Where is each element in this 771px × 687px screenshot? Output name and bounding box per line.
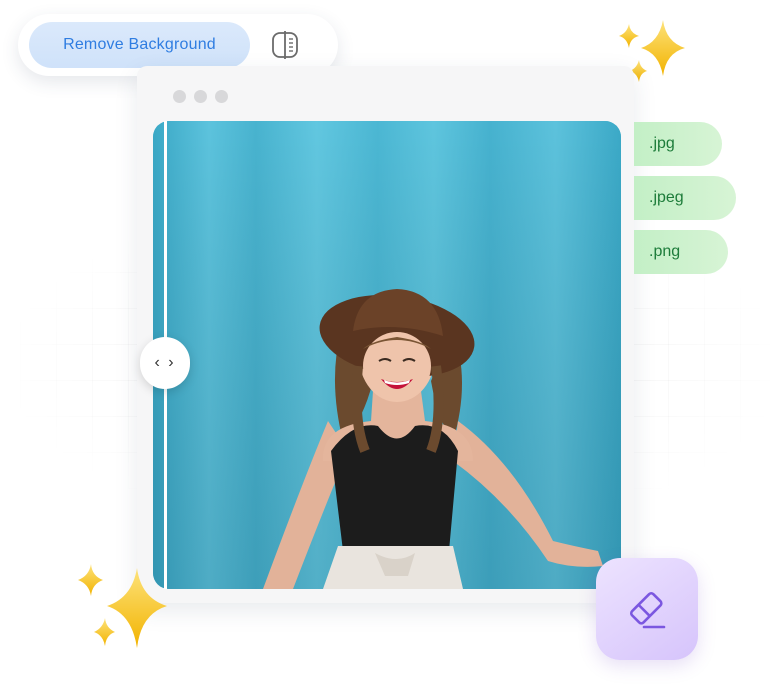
format-tag-jpeg[interactable]: .jpeg (634, 176, 736, 220)
window-dots (173, 90, 228, 103)
preview-window (137, 66, 634, 603)
format-tag-jpg[interactable]: .jpg (634, 122, 722, 166)
split-compare-icon[interactable] (270, 30, 300, 60)
window-dot (194, 90, 207, 103)
window-dot (173, 90, 186, 103)
woman-in-hat-photo (153, 121, 621, 589)
sparkle-icon (78, 564, 167, 648)
format-tag-png[interactable]: .png (634, 230, 728, 274)
compare-slider-handle[interactable]: ‹ › (140, 337, 190, 389)
preview-photo (153, 121, 621, 589)
eraser-button[interactable] (596, 558, 698, 660)
remove-background-button[interactable]: Remove Background (29, 22, 250, 68)
eraser-icon (629, 591, 666, 629)
window-dot (215, 90, 228, 103)
